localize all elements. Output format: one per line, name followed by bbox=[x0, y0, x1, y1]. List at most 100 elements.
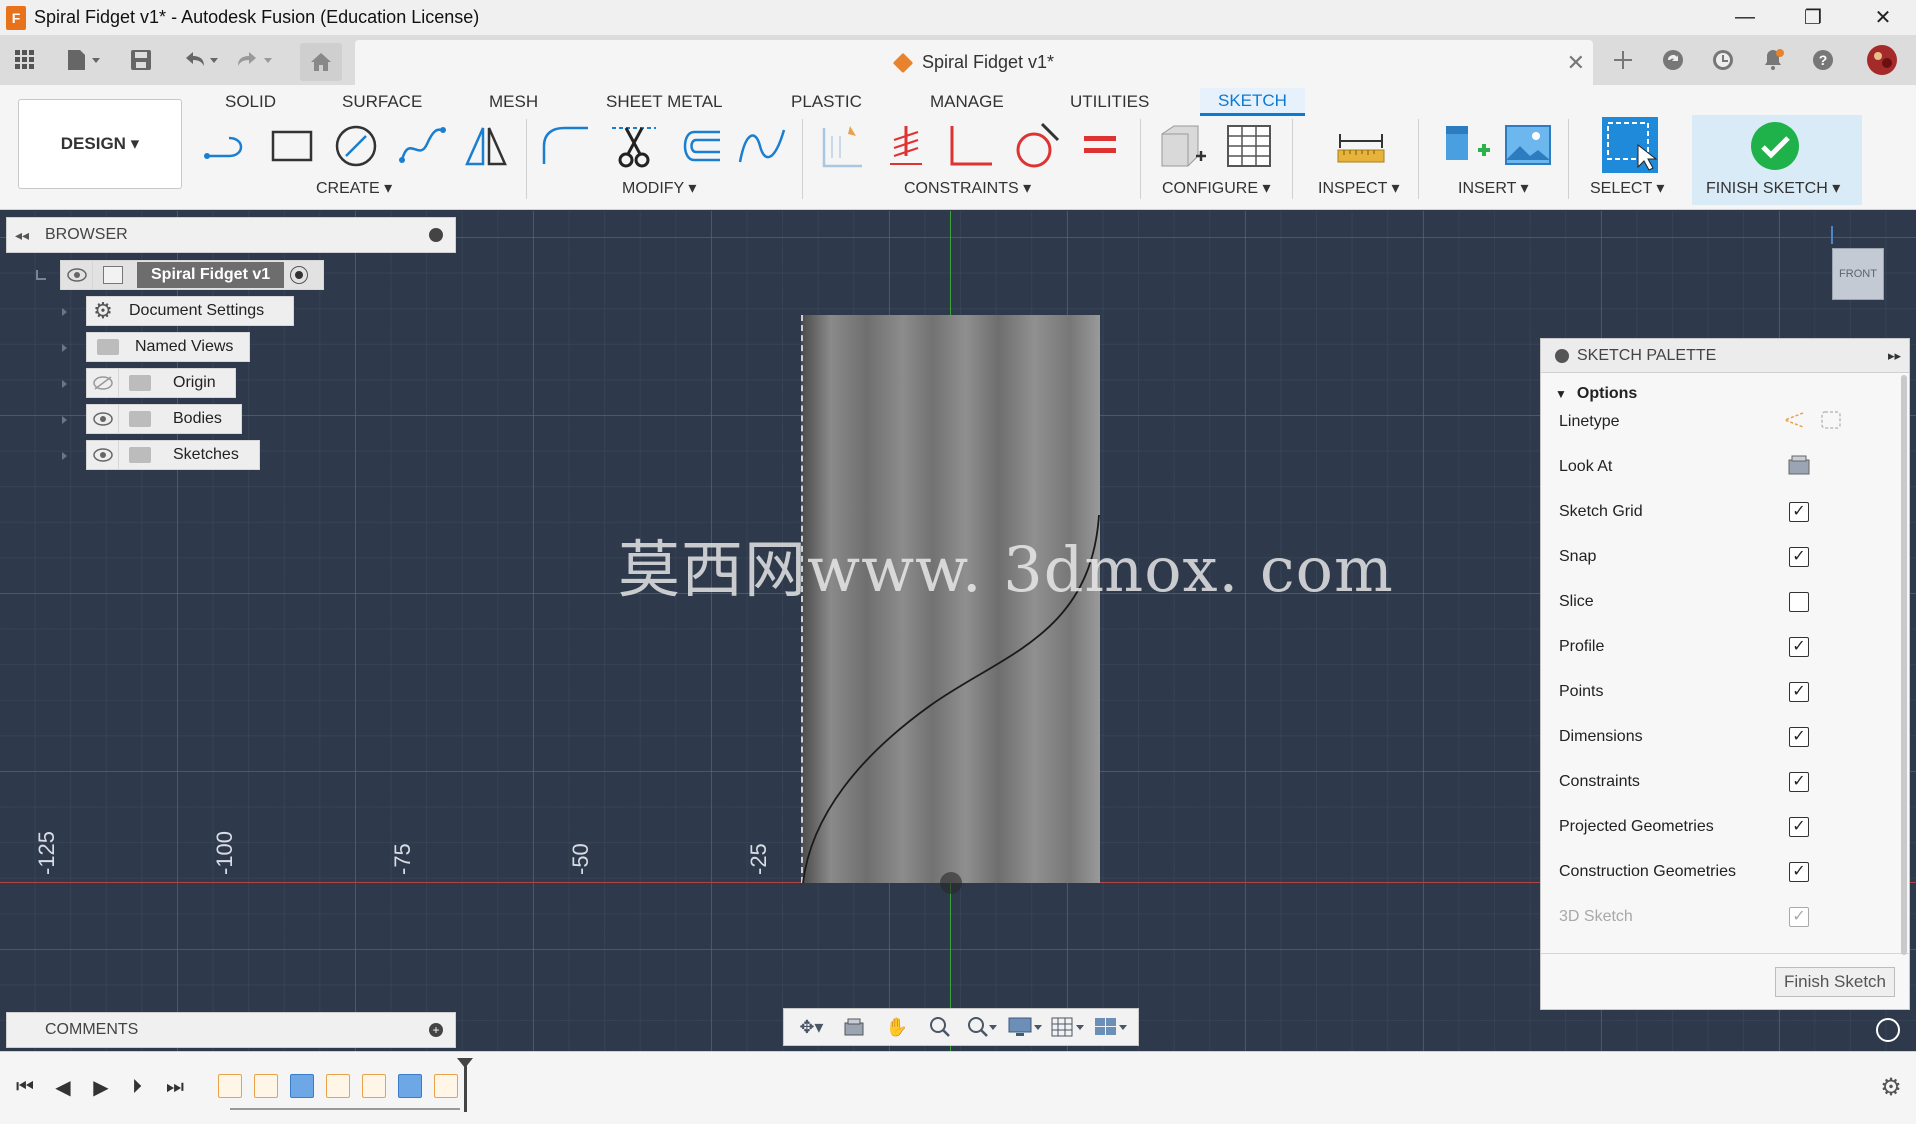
grid-snaps-icon[interactable] bbox=[1050, 1013, 1086, 1041]
comments-panel-header[interactable]: COMMENTS + bbox=[6, 1012, 456, 1048]
tangent-constraint-icon[interactable] bbox=[1008, 119, 1060, 173]
look-at-icon[interactable] bbox=[1787, 454, 1811, 481]
browser-item-document-settings[interactable]: ⚙ Document Settings bbox=[86, 296, 294, 326]
expand-arrow-icon[interactable] bbox=[62, 344, 70, 352]
look-at-nav-icon[interactable] bbox=[836, 1013, 872, 1041]
home-icon[interactable] bbox=[300, 43, 342, 81]
inspect-group-label[interactable]: INSPECT ▾ bbox=[1318, 178, 1400, 198]
timeline-previous-icon[interactable]: ◀ bbox=[48, 1072, 78, 1102]
tab-solid[interactable]: SOLID bbox=[225, 88, 276, 116]
sketch-palette-header[interactable]: SKETCH PALETTE ▸▸ bbox=[1541, 339, 1909, 373]
timeline-marker[interactable] bbox=[464, 1062, 467, 1112]
extensions-icon[interactable] bbox=[1656, 43, 1690, 77]
horizontal-vertical-constraint-icon[interactable] bbox=[816, 119, 868, 173]
save-icon[interactable] bbox=[126, 43, 156, 77]
timeline-sketch-feature-icon[interactable] bbox=[326, 1074, 350, 1098]
collapse-double-arrow-icon[interactable]: ◂◂ bbox=[15, 227, 29, 244]
constraints-checkbox[interactable]: ✓ bbox=[1789, 772, 1809, 792]
options-section-header[interactable]: ▼ Options bbox=[1555, 381, 1637, 407]
equal-constraint-icon[interactable] bbox=[1074, 119, 1126, 173]
fillet-tool-icon[interactable] bbox=[540, 119, 592, 173]
select-group-label[interactable]: SELECT ▾ bbox=[1590, 178, 1664, 198]
points-checkbox[interactable]: ✓ bbox=[1789, 682, 1809, 702]
tree-collapse-arrow-icon[interactable] bbox=[36, 270, 46, 280]
notifications-bell-icon[interactable] bbox=[1756, 43, 1790, 77]
workspace-switcher[interactable]: DESIGN ▾ bbox=[18, 99, 182, 189]
expand-arrow-icon[interactable] bbox=[62, 308, 70, 316]
display-mode-icon[interactable] bbox=[1876, 1018, 1900, 1042]
job-status-clock-icon[interactable] bbox=[1706, 43, 1740, 77]
add-comment-icon[interactable]: + bbox=[429, 1023, 443, 1037]
tab-sketch[interactable]: SKETCH bbox=[1200, 88, 1305, 116]
mirror-tool-icon[interactable] bbox=[460, 119, 512, 173]
projected-geometries-checkbox[interactable]: ✓ bbox=[1789, 817, 1809, 837]
palette-minimize-icon[interactable] bbox=[1555, 348, 1569, 363]
insert-group-label[interactable]: INSERT ▾ bbox=[1458, 178, 1529, 198]
circle-tool-icon[interactable] bbox=[330, 119, 382, 173]
finish-sketch-button[interactable]: Finish Sketch bbox=[1775, 967, 1895, 997]
slice-checkbox[interactable] bbox=[1789, 592, 1809, 612]
timeline-settings-gear-icon[interactable]: ⚙ bbox=[1876, 1072, 1906, 1102]
browser-panel-header[interactable]: ◂◂ BROWSER bbox=[6, 217, 456, 253]
close-button[interactable]: ✕ bbox=[1853, 0, 1913, 35]
timeline-sketch-feature-icon[interactable] bbox=[434, 1074, 458, 1098]
timeline-sketch-feature-icon[interactable] bbox=[254, 1074, 278, 1098]
tab-utilities[interactable]: UTILITIES bbox=[1070, 88, 1149, 116]
maximize-button[interactable]: ❐ bbox=[1783, 0, 1843, 35]
perpendicular-constraint-icon[interactable] bbox=[944, 119, 996, 173]
finish-sketch-check-icon[interactable] bbox=[1750, 121, 1800, 176]
insert-image-icon[interactable] bbox=[1502, 119, 1554, 173]
finish-sketch-label[interactable]: FINISH SKETCH ▾ bbox=[1706, 178, 1840, 198]
visibility-eye-icon[interactable] bbox=[87, 440, 119, 470]
palette-scrollbar[interactable] bbox=[1901, 375, 1907, 955]
measure-ruler-icon[interactable] bbox=[1334, 119, 1386, 173]
pan-hand-icon[interactable]: ✋ bbox=[879, 1013, 915, 1041]
construction-geometries-checkbox[interactable]: ✓ bbox=[1789, 862, 1809, 882]
browser-minimize-icon[interactable] bbox=[429, 228, 443, 242]
browser-item-origin[interactable]: Origin bbox=[86, 368, 236, 398]
profile-checkbox[interactable]: ✓ bbox=[1789, 637, 1809, 657]
new-tab-plus-icon[interactable] bbox=[1606, 43, 1640, 77]
insert-derive-icon[interactable] bbox=[1440, 119, 1492, 173]
visibility-eye-icon[interactable] bbox=[87, 404, 119, 434]
offset-tool-icon[interactable] bbox=[672, 119, 724, 173]
dimensions-checkbox[interactable]: ✓ bbox=[1789, 727, 1809, 747]
timeline-play-icon[interactable]: ▶ bbox=[86, 1072, 116, 1102]
centerline-linetype-icon[interactable] bbox=[1819, 409, 1843, 436]
timeline-next-icon[interactable]: ⏵ bbox=[122, 1072, 152, 1102]
rectangle-tool-icon[interactable] bbox=[266, 119, 318, 173]
fit-zoom-icon[interactable] bbox=[964, 1013, 1000, 1041]
line-tool-icon[interactable] bbox=[202, 119, 254, 173]
viewcube[interactable]: FRONT bbox=[1832, 248, 1884, 300]
sketch-grid-checkbox[interactable]: ✓ bbox=[1789, 502, 1809, 522]
construction-linetype-icon[interactable] bbox=[1781, 409, 1807, 436]
visibility-eye-icon[interactable] bbox=[61, 260, 93, 290]
create-group-label[interactable]: CREATE ▾ bbox=[316, 178, 392, 198]
file-menu-icon[interactable] bbox=[62, 43, 104, 77]
timeline-extrude-feature-icon[interactable] bbox=[290, 1074, 314, 1098]
configure-table-icon[interactable] bbox=[1156, 119, 1208, 173]
coincident-constraint-icon[interactable] bbox=[880, 119, 932, 173]
tab-mesh[interactable]: MESH bbox=[489, 88, 538, 116]
help-icon[interactable]: ? bbox=[1806, 43, 1840, 77]
modify-curve-icon[interactable] bbox=[736, 119, 788, 173]
viewports-icon[interactable] bbox=[1093, 1013, 1129, 1041]
tab-plastic[interactable]: PLASTIC bbox=[791, 88, 862, 116]
timeline-extrude-feature-icon[interactable] bbox=[398, 1074, 422, 1098]
timeline-first-icon[interactable]: ⏮ bbox=[10, 1072, 40, 1102]
document-tab[interactable]: Spiral Fidget v1* ✕ bbox=[355, 40, 1593, 85]
section-collapse-icon[interactable]: ▼ bbox=[1555, 387, 1567, 401]
configure-group-label[interactable]: CONFIGURE ▾ bbox=[1162, 178, 1270, 198]
trim-scissors-icon[interactable] bbox=[608, 119, 660, 173]
expand-arrow-icon[interactable] bbox=[62, 380, 70, 388]
redo-icon[interactable] bbox=[232, 43, 276, 77]
browser-item-named-views[interactable]: Named Views bbox=[86, 332, 250, 362]
constraints-group-label[interactable]: CONSTRAINTS ▾ bbox=[904, 178, 1031, 198]
browser-item-bodies[interactable]: Bodies bbox=[86, 404, 242, 434]
undo-icon[interactable] bbox=[178, 43, 222, 77]
browser-root-node[interactable]: Spiral Fidget v1 bbox=[60, 260, 324, 290]
tab-surface[interactable]: SURFACE bbox=[342, 88, 422, 116]
activate-radio-icon[interactable] bbox=[290, 266, 309, 284]
timeline-sketch-feature-icon[interactable] bbox=[362, 1074, 386, 1098]
hidden-eye-icon[interactable] bbox=[87, 368, 119, 398]
